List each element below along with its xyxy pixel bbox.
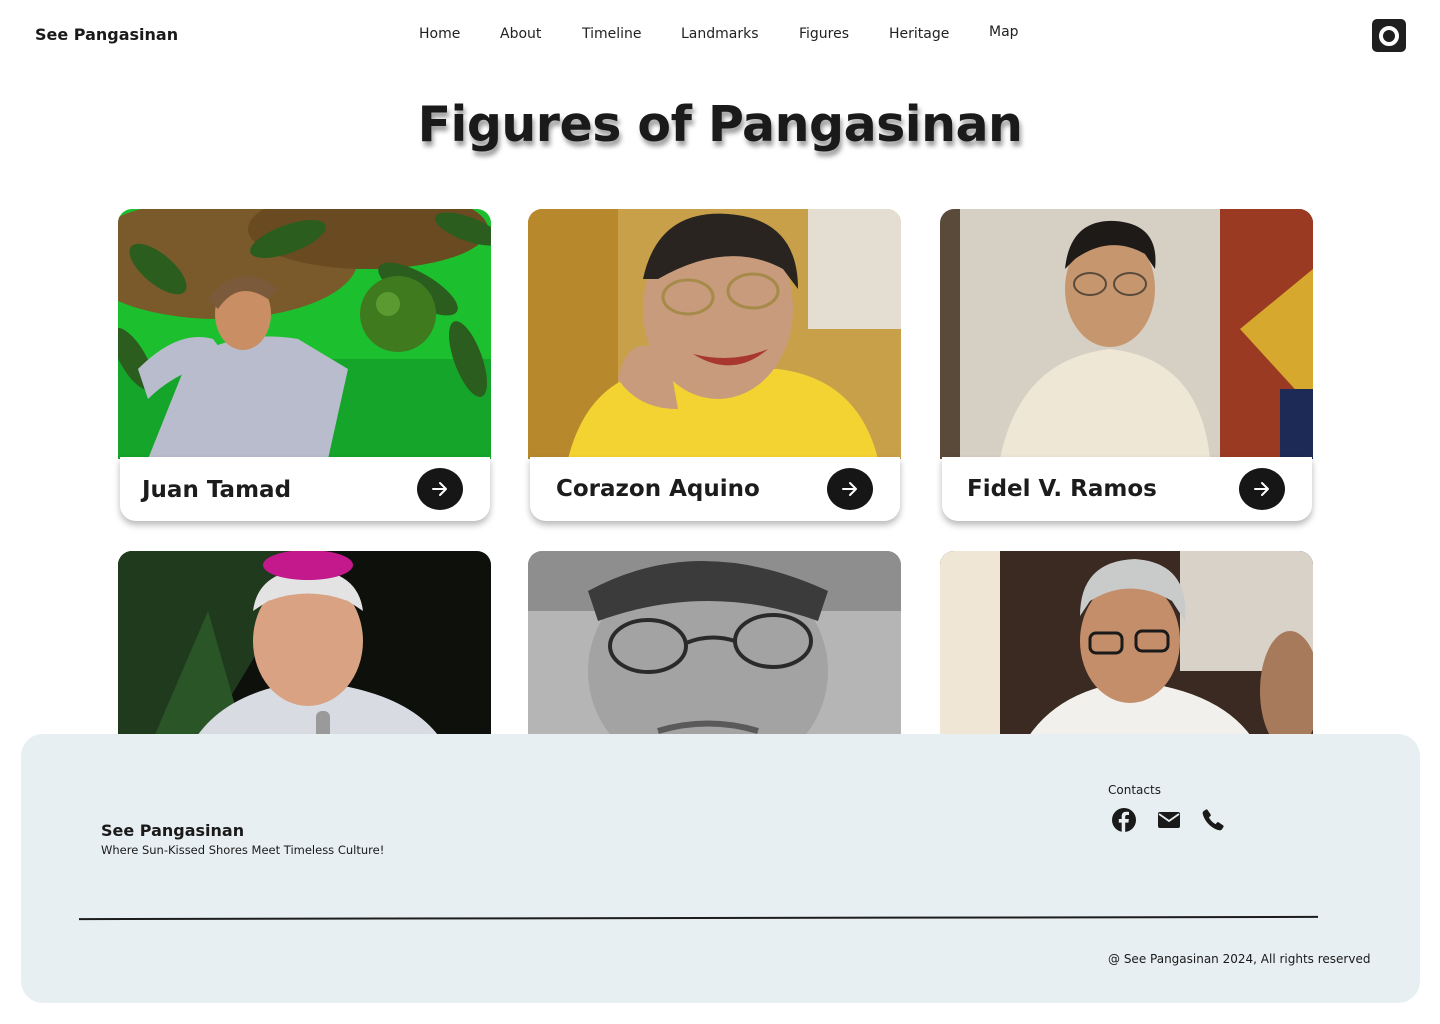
page-title: Figures of Pangasinan: [417, 96, 1023, 153]
circle-icon: [1379, 25, 1399, 46]
nav-home[interactable]: Home: [419, 26, 460, 42]
nav-timeline[interactable]: Timeline: [582, 26, 642, 42]
figure-photo: [940, 209, 1313, 459]
open-figure-button[interactable]: [827, 468, 873, 510]
footer-brand: See Pangasinan: [101, 821, 245, 840]
nav-landmarks[interactable]: Landmarks: [681, 26, 759, 42]
open-figure-button[interactable]: [1239, 468, 1285, 510]
copyright-text: @ See Pangasinan 2024, All rights reserv…: [1108, 952, 1371, 966]
facebook-icon[interactable]: [1111, 807, 1137, 833]
figure-photo: [528, 551, 901, 751]
figure-photo: [940, 551, 1313, 751]
figure-card-footer: Fidel V. Ramos: [942, 457, 1312, 521]
main-nav: Home About Timeline Landmarks Figures He…: [0, 24, 1440, 46]
figure-card-footer: Corazon Aquino: [530, 457, 900, 521]
figure-photo: [118, 209, 491, 459]
figure-card-footer: Juan Tamad: [120, 457, 490, 521]
mail-icon[interactable]: [1157, 810, 1181, 830]
figure-name: Juan Tamad: [142, 477, 292, 503]
figure-name: Corazon Aquino: [556, 476, 760, 502]
figure-name: Fidel V. Ramos: [967, 476, 1157, 502]
arrow-right-icon: [842, 482, 857, 496]
footer-tagline: Where Sun-Kissed Shores Meet Timeless Cu…: [101, 843, 385, 857]
open-figure-button[interactable]: [417, 468, 463, 510]
menu-toggle-button[interactable]: [1372, 19, 1406, 52]
contacts-heading: Contacts: [1108, 783, 1161, 797]
figure-photo: [118, 551, 491, 751]
footer-divider: [78, 915, 1319, 921]
arrow-right-icon: [432, 482, 447, 496]
figure-photo: [528, 209, 901, 459]
contact-icons: [1111, 807, 1225, 833]
nav-about[interactable]: About: [500, 26, 541, 42]
nav-figures[interactable]: Figures: [799, 26, 849, 42]
phone-icon[interactable]: [1201, 808, 1225, 832]
arrow-right-icon: [1254, 482, 1269, 496]
site-footer: See Pangasinan Where Sun-Kissed Shores M…: [21, 734, 1420, 1003]
nav-map[interactable]: Map: [989, 24, 1019, 40]
nav-heritage[interactable]: Heritage: [889, 26, 949, 42]
